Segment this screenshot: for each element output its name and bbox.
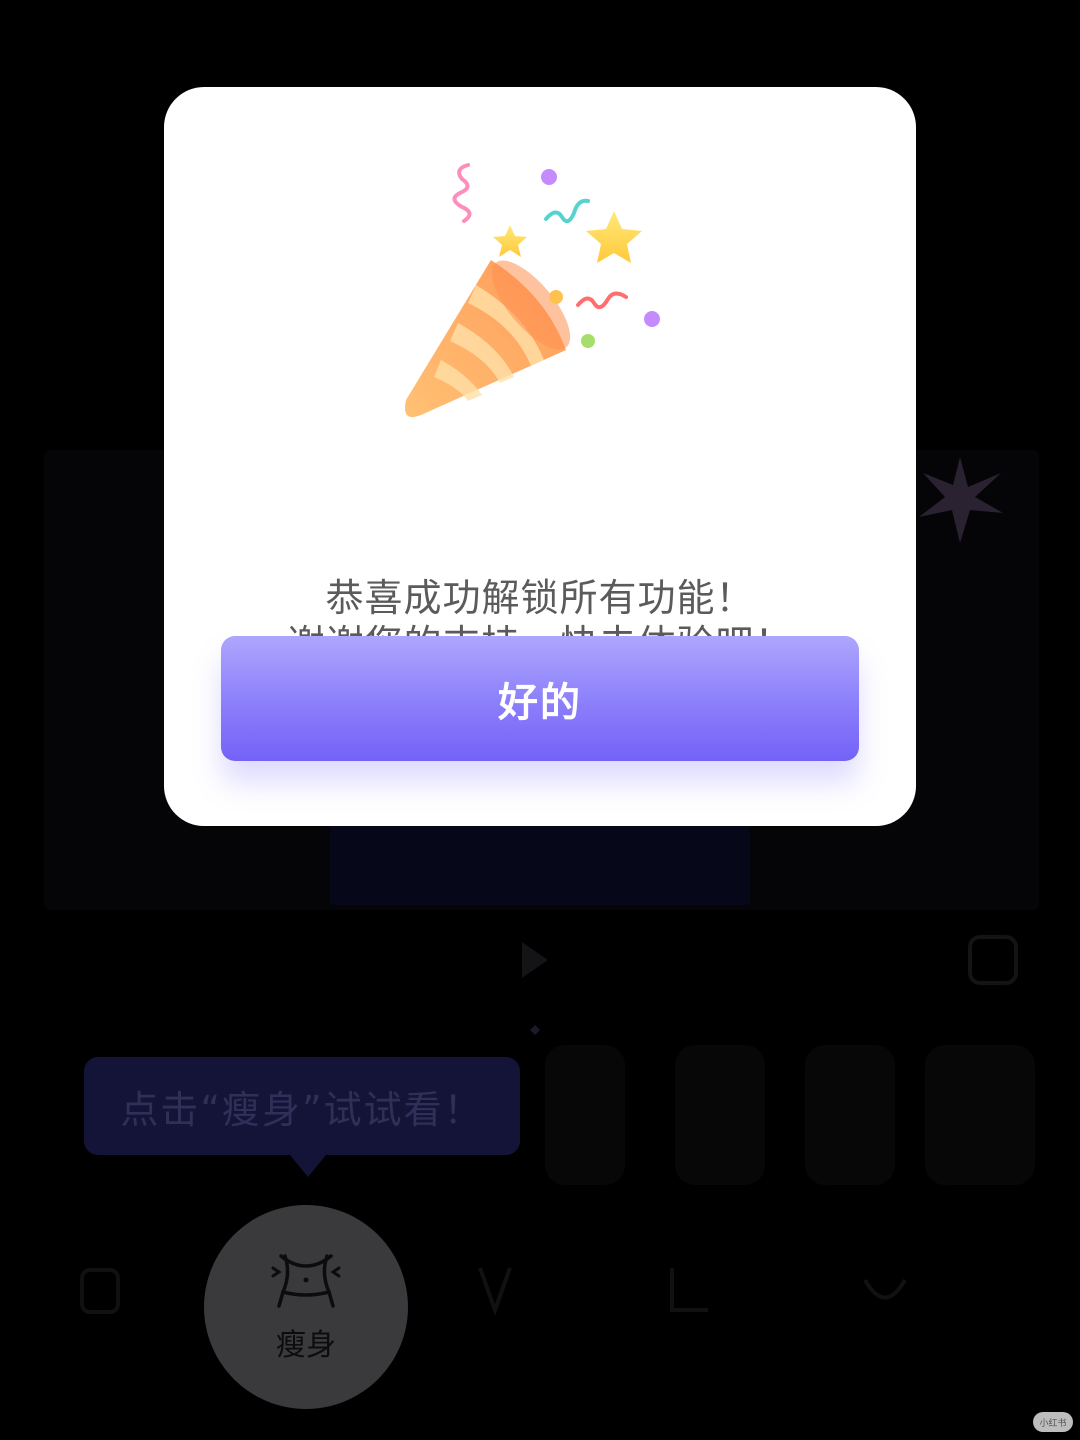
- hint-tooltip: 点击“瘦身”试试看！: [84, 1057, 520, 1177]
- hint-text: 点击“瘦身”试试看！: [120, 1087, 484, 1132]
- body-shape-previews: [530, 1025, 1035, 1185]
- chest-icon: [863, 1278, 907, 1300]
- tool-item[interactable]: [635, 1260, 745, 1320]
- slim-tool-button[interactable]: 瘦身: [204, 1205, 408, 1409]
- legs-icon: [478, 1267, 512, 1316]
- unlock-success-dialog: 恭喜成功解锁所有功能！ 谢谢您的支持，快去体验吧！ 好的: [164, 87, 916, 826]
- tool-item[interactable]: [440, 1260, 550, 1320]
- watermark-logo: 小红书: [1033, 1412, 1073, 1432]
- play-icon[interactable]: [520, 940, 550, 984]
- body-icon: [80, 1268, 120, 1314]
- tool-item[interactable]: [45, 1260, 155, 1320]
- dialog-message-line1: 恭喜成功解锁所有功能！: [325, 576, 755, 620]
- tool-item[interactable]: [830, 1260, 940, 1320]
- bottom-toolbar: [0, 1230, 1080, 1440]
- app-screen: 点击“瘦身”试试看！ 瘦身 小红书 恭喜成功解锁所有功能！ 好的: [0, 0, 1080, 1440]
- party-popper-icon: [405, 163, 660, 418]
- fullscreen-icon[interactable]: [968, 935, 1018, 985]
- sparkle-icon: [919, 457, 1003, 543]
- waist-line-icon: [670, 1268, 708, 1312]
- ok-button[interactable]: 好的: [221, 636, 859, 761]
- slim-label: 瘦身: [276, 1328, 336, 1363]
- waist-icon: [271, 1254, 341, 1308]
